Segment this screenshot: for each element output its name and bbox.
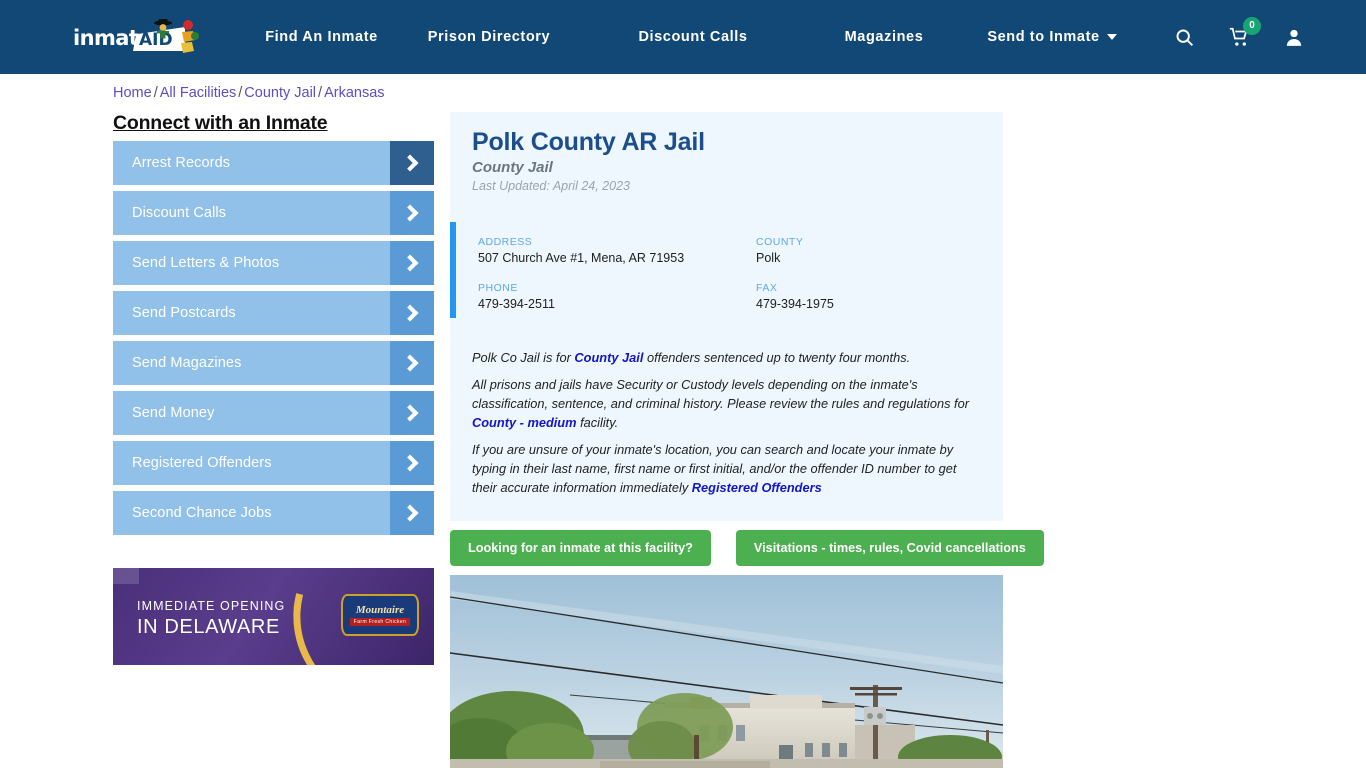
breadcrumb-item-home[interactable]: Home [113, 85, 152, 101]
sidebar-item-arrest-records[interactable]: Arrest Records [113, 141, 434, 185]
nav-slot-2: Discount Calls [595, 29, 791, 45]
sidebar-item-registered-offenders[interactable]: Registered Offenders [113, 441, 434, 485]
ad-headline-line2: IN DELAWARE [137, 616, 280, 638]
facility-photo-illustration [450, 575, 1003, 768]
sidebar-item-send-magazines[interactable]: Send Magazines [113, 341, 434, 385]
sidebar-item-label: Arrest Records [132, 155, 231, 171]
sidebar-item-label: Second Chance Jobs [132, 505, 272, 521]
nav-item-magazines[interactable]: Magazines [845, 29, 924, 45]
ad-headline-line1: IMMEDIATE OPENING [137, 599, 286, 613]
ad-brand-logo: Mountaire Farm Fresh Chicken [341, 594, 419, 636]
sidebar-item-label: Send Letters & Photos [132, 255, 280, 271]
info-field-fax: FAX 479-394-1975 [756, 282, 978, 311]
sidebar-item-send-postcards[interactable]: Send Postcards [113, 291, 434, 335]
nav-item-discount-calls[interactable]: Discount Calls [638, 29, 747, 45]
facility-contact-grid: ADDRESS 507 Church Ave #1, Mena, AR 7195… [478, 236, 978, 311]
inmateaid-logo[interactable]: inmate AID [73, 16, 199, 60]
breadcrumb-item-all-facilities[interactable]: All Facilities [160, 85, 237, 101]
breadcrumb-item-county-jail[interactable]: County Jail [244, 85, 316, 101]
breadcrumb: Home / All Facilities / County Jail / Arkansas [113, 85, 385, 101]
cart-icon[interactable]: 0 [1228, 16, 1261, 48]
sidebar-title: Connect with an Inmate [113, 112, 328, 134]
chevron-right-icon [390, 491, 434, 535]
main-navigation: Find An Inmate Prison Directory Discount… [260, 0, 1127, 74]
info-value: 479-394-2511 [478, 297, 555, 311]
sidebar-item-send-money[interactable]: Send Money [113, 391, 434, 435]
nav-item-find-an-inmate[interactable]: Find An Inmate [265, 29, 378, 45]
user-account-icon[interactable] [1284, 27, 1304, 48]
desc-p1-text-b: offenders sentenced up to twenty four mo… [643, 350, 911, 365]
sidebar-item-label: Send Postcards [132, 305, 236, 321]
nav-item-prison-directory[interactable]: Prison Directory [428, 29, 550, 45]
looking-for-inmate-button[interactable]: Looking for an inmate at this facility? [450, 530, 711, 566]
ad-brand-tagline: Farm Fresh Chicken [349, 618, 411, 626]
nav-slot-3: Magazines [791, 29, 977, 45]
visitations-button[interactable]: Visitations - times, rules, Covid cancel… [735, 530, 1044, 566]
info-value: Polk [756, 251, 781, 265]
sidebar-item-second-chance-jobs[interactable]: Second Chance Jobs [113, 491, 434, 535]
chevron-down-icon [1106, 34, 1117, 41]
chevron-right-icon [390, 441, 434, 485]
desc-p2-text-b: facility. [576, 415, 619, 430]
chevron-right-icon [390, 391, 434, 435]
breadcrumb-separator: / [153, 85, 158, 101]
facility-info-card: Polk County AR Jail County Jail Last Upd… [450, 112, 1003, 521]
info-field-phone: PHONE 479-394-2511 [478, 282, 756, 311]
link-county-jail[interactable]: County Jail [574, 350, 643, 365]
info-label: FAX [756, 282, 778, 294]
nav-slot-0: Find An Inmate [260, 29, 383, 45]
cart-count-badge: 0 [1243, 16, 1261, 35]
search-icon[interactable] [1174, 27, 1195, 48]
cta-button-row: Looking for an inmate at this facility? … [450, 530, 1044, 566]
info-label: PHONE [478, 282, 518, 294]
facility-street-view-photo [450, 575, 1003, 768]
breadcrumb-item-arkansas[interactable]: Arkansas [324, 85, 384, 101]
description-paragraph-2: All prisons and jails have Security or C… [472, 375, 972, 432]
accent-bar [450, 222, 456, 318]
nav-slot-1: Prison Directory [383, 29, 595, 45]
header-icon-group: 0 [1174, 0, 1304, 74]
chevron-right-icon [390, 241, 434, 285]
sidebar-item-send-letters-photos[interactable]: Send Letters & Photos [113, 241, 434, 285]
sidebar-item-label: Send Money [132, 405, 215, 421]
facility-type: County Jail [472, 159, 553, 176]
sidebar-item-label: Discount Calls [132, 205, 227, 221]
info-value: 479-394-1975 [756, 297, 834, 311]
chevron-right-icon [390, 291, 434, 335]
chevron-right-icon [390, 191, 434, 235]
facility-contact-block: ADDRESS 507 Church Ave #1, Mena, AR 7195… [450, 222, 1003, 318]
description-paragraph-1: Polk Co Jail is for County Jail offender… [472, 348, 972, 367]
desc-p2-text-a: All prisons and jails have Security or C… [472, 377, 969, 411]
logo-color-blobs-icon [181, 20, 199, 53]
info-field-address: ADDRESS 507 Church Ave #1, Mena, AR 7195… [478, 236, 756, 265]
nav-slot-4: Send to Inmate [977, 29, 1127, 45]
nav-item-send-to-inmate-label: Send to Inmate [987, 29, 1100, 45]
sidebar-item-label: Send Magazines [132, 355, 242, 371]
chevron-right-icon [390, 341, 434, 385]
link-registered-offenders[interactable]: Registered Offenders [692, 480, 822, 495]
last-updated-text: Last Updated: April 24, 2023 [472, 179, 630, 193]
link-county-medium[interactable]: County - medium [472, 415, 577, 430]
site-header: inmate AID Find An Inmate Prison Directo… [0, 0, 1366, 74]
sidebar-item-discount-calls[interactable]: Discount Calls [113, 191, 434, 235]
ad-corner-accent [113, 568, 139, 584]
description-paragraph-3: If you are unsure of your inmate's locat… [472, 440, 972, 497]
sidebar-item-label: Registered Offenders [132, 455, 272, 471]
breadcrumb-separator: / [238, 85, 243, 101]
ad-brand-name: Mountaire [355, 604, 405, 616]
info-value: 507 Church Ave #1, Mena, AR 71953 [478, 251, 685, 265]
sidebar-menu: Arrest Records Discount Calls Send Lette… [113, 141, 434, 541]
info-field-county: COUNTY Polk [756, 236, 978, 265]
facility-description: Polk Co Jail is for County Jail offender… [472, 348, 972, 505]
desc-p1-text-a: Polk Co Jail is for [472, 350, 575, 365]
chevron-right-icon [390, 141, 434, 185]
breadcrumb-separator: / [318, 85, 323, 101]
sidebar-advertisement[interactable]: IMMEDIATE OPENING IN DELAWARE Mountaire … [113, 568, 434, 665]
nav-item-send-to-inmate[interactable]: Send to Inmate [987, 29, 1117, 45]
info-label: COUNTY [756, 236, 804, 248]
info-label: ADDRESS [478, 236, 533, 248]
page-title: Polk County AR Jail [472, 128, 705, 156]
